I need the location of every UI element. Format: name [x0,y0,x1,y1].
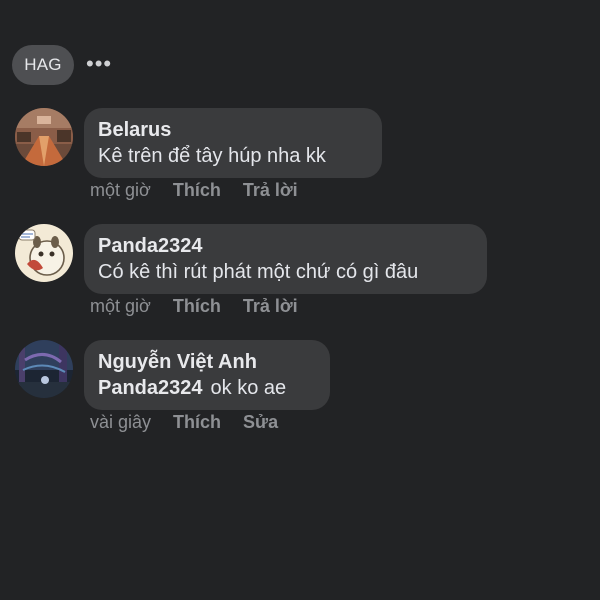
comment-author[interactable]: Belarus [98,117,367,143]
avatar[interactable] [15,108,73,166]
avatar[interactable] [15,224,73,282]
edit-button[interactable]: Sửa [243,412,278,433]
hag-chip-label: HAG [24,55,62,74]
comment-actions: vài giây Thích Sửa [90,412,278,433]
avatar-image [15,224,73,282]
mention-tag[interactable]: Panda2324 [98,377,203,399]
like-button[interactable]: Thích [173,412,221,433]
comment-bubble: Belarus Kê trên để tây húp nha kk [84,108,382,178]
comment-bubble: Panda2324 Có kê thì rút phát một chứ có … [84,224,487,294]
comment-text: Kê trên để tây húp nha kk [98,145,326,167]
comment-actions: một giờ Thích Trả lời [90,296,298,317]
avatar-image [15,340,73,398]
comment-bubble: Nguyễn Việt Anh Panda2324 ok ko ae [84,340,330,410]
comment-time: vài giây [90,412,152,432]
comment-author[interactable]: Panda2324 [98,233,472,259]
comment-text: Panda2324 ok ko ae [98,375,315,401]
comment-time: một giờ [90,296,151,316]
comment-author[interactable]: Nguyễn Việt Anh [98,349,315,375]
avatar-image [15,108,73,166]
like-button[interactable]: Thích [173,296,221,317]
more-options-icon[interactable]: ••• [86,53,112,75]
comment-text: Có kê thì rút phát một chứ có gì đâu [98,261,419,283]
comment-time: một giờ [90,180,151,200]
comment-body: ok ko ae [210,377,287,399]
reply-button[interactable]: Trả lời [243,296,298,317]
hag-chip[interactable]: HAG [12,45,74,85]
reply-button[interactable]: Trả lời [243,180,298,201]
avatar[interactable] [15,340,73,398]
comment-actions: một giờ Thích Trả lời [90,180,298,201]
like-button[interactable]: Thích [173,180,221,201]
